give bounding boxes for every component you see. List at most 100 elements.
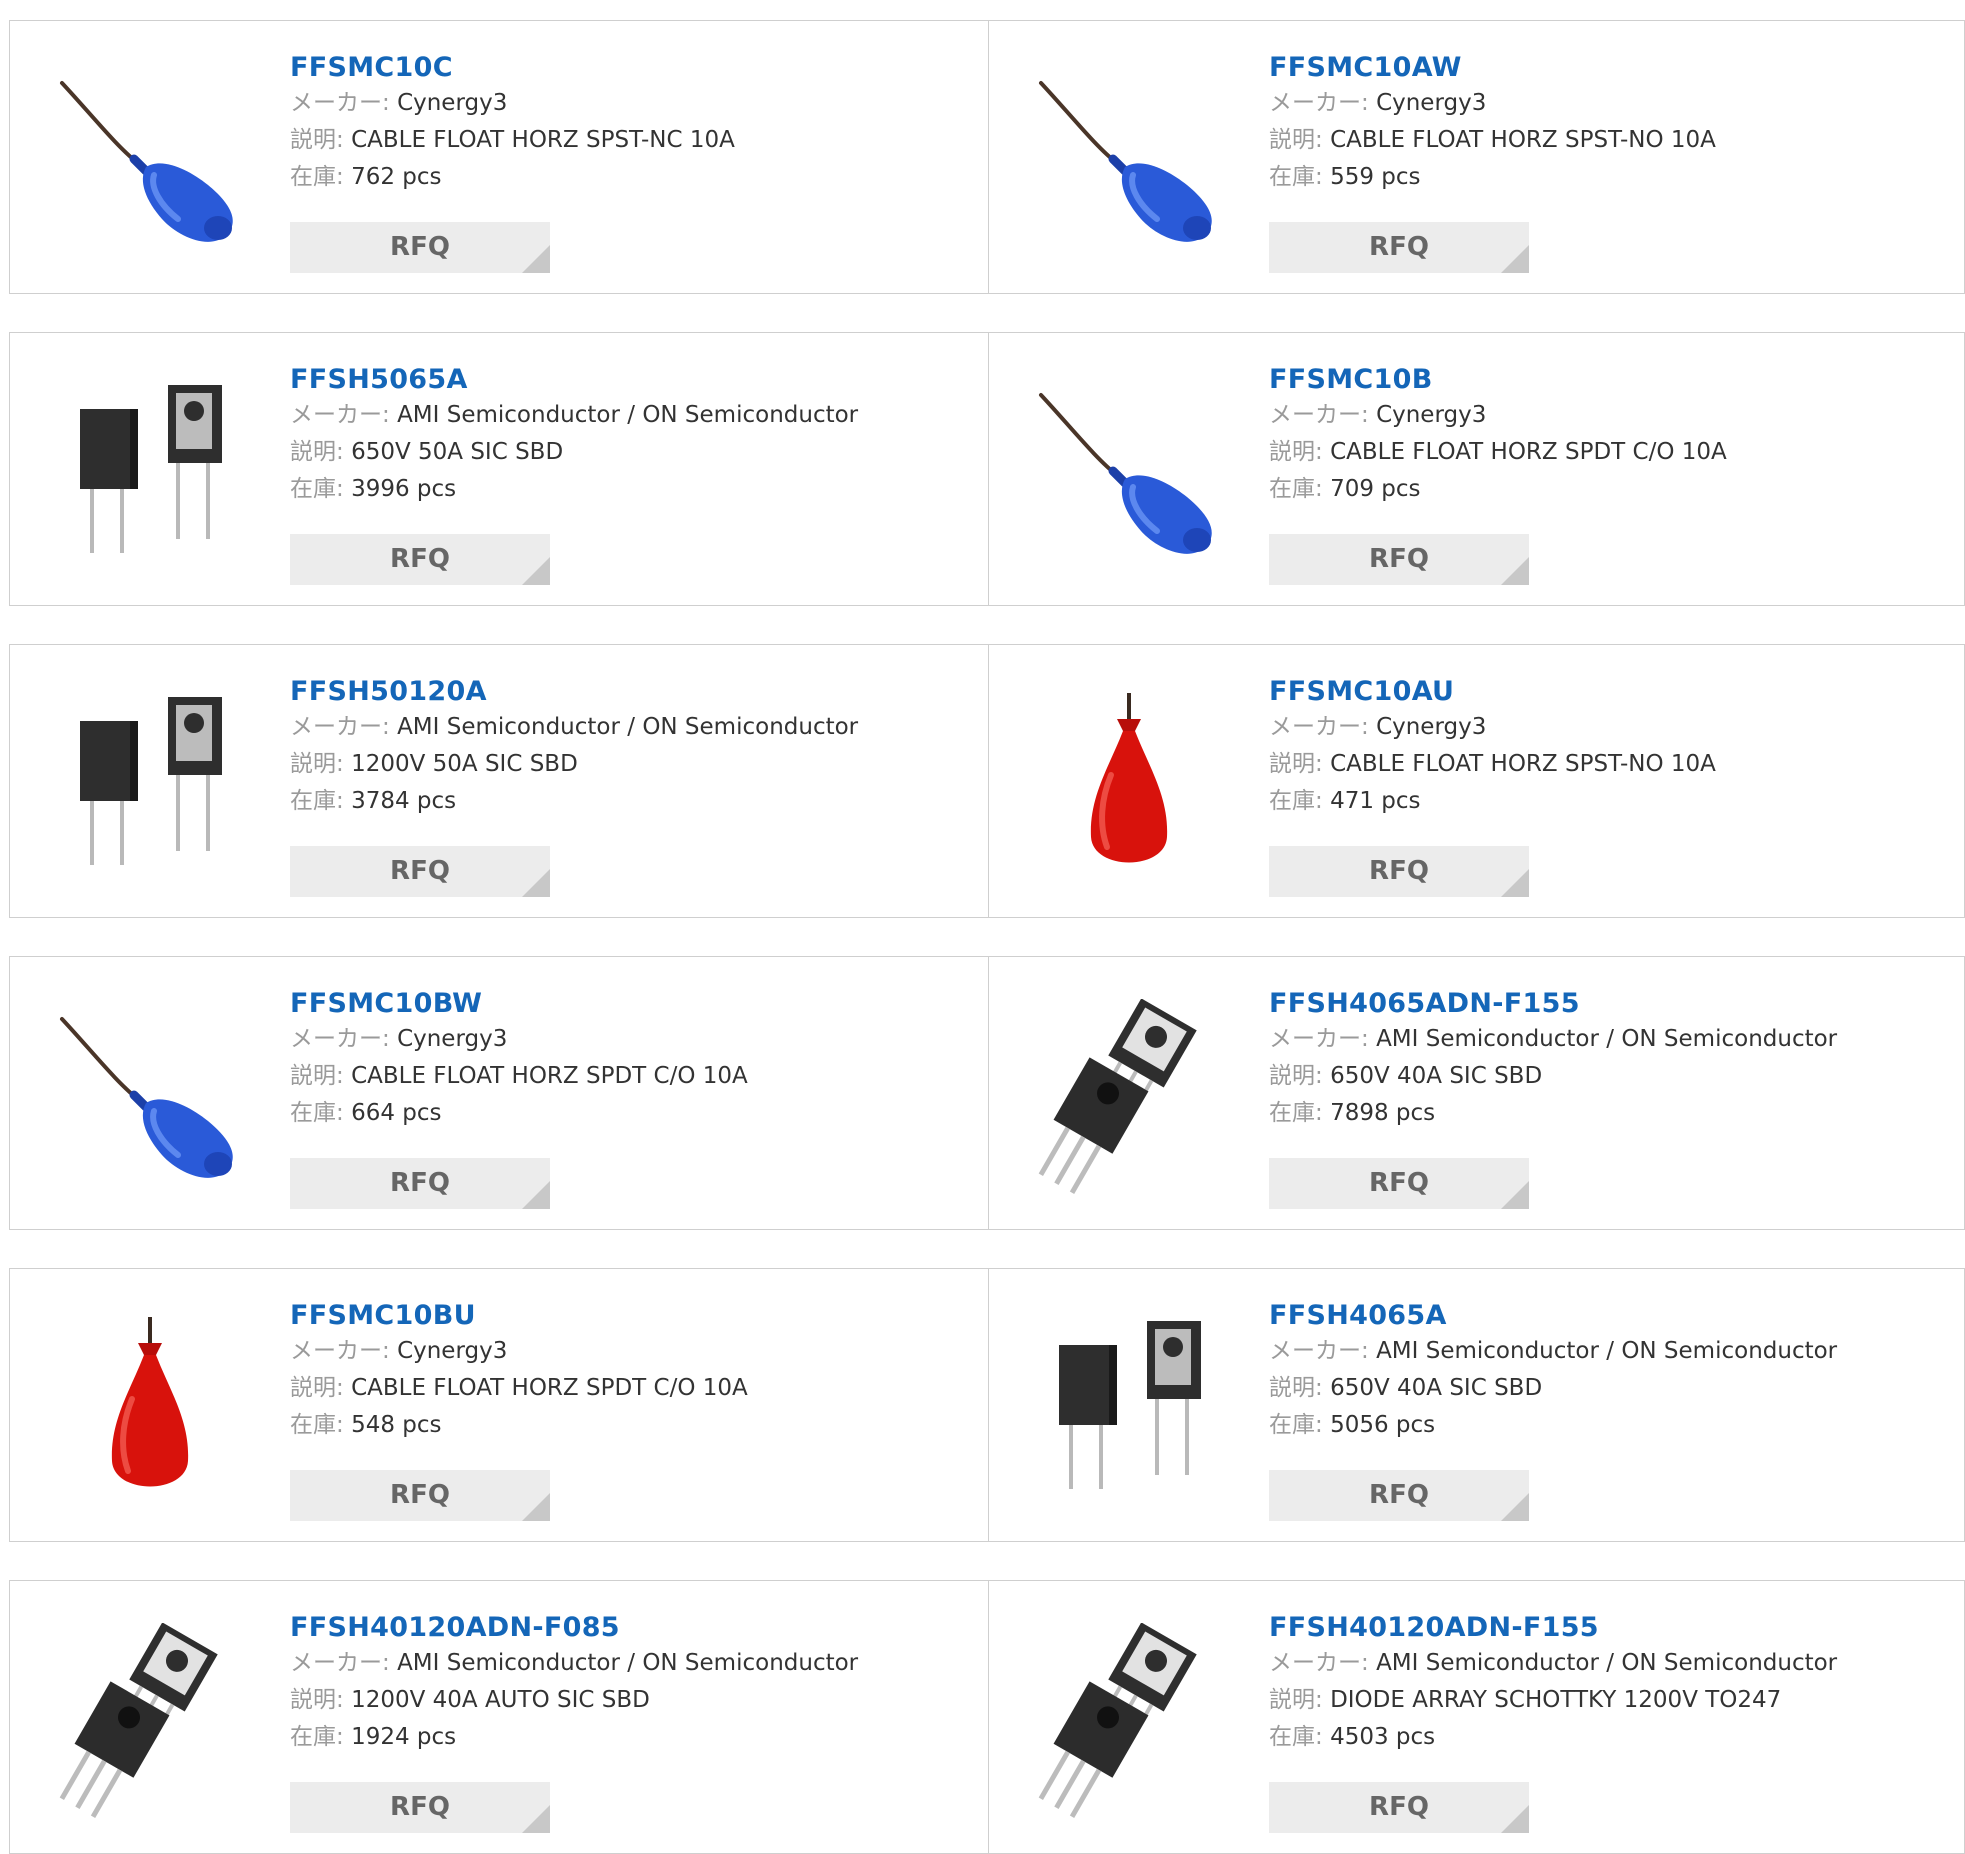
red-float-switch-icon: [111, 1317, 189, 1487]
stock-value: 709 pcs: [1330, 476, 1421, 502]
rfq-button[interactable]: RFQ: [1269, 222, 1529, 273]
manufacturer-label: メーカー:: [290, 402, 390, 428]
part-number-link[interactable]: FFSH40120ADN-F155: [1269, 1611, 1837, 1645]
rfq-button[interactable]: RFQ: [290, 222, 550, 273]
product-image[interactable]: [1029, 375, 1229, 575]
rfq-button[interactable]: RFQ: [1269, 534, 1529, 585]
product-info: FFSMC10AU メーカー: Cynergy3 説明: CABLE FLOAT…: [1269, 675, 1716, 820]
stock-row: 在庫: 664 pcs: [290, 1095, 748, 1132]
blue-float-switch-icon: [1039, 393, 1212, 554]
description-value: 650V 40A SIC SBD: [1330, 1375, 1543, 1401]
description-row: 説明: 1200V 40A AUTO SIC SBD: [290, 1682, 858, 1719]
product-row: FFSMC10BW メーカー: Cynergy3 説明: CABLE FLOAT…: [9, 956, 1965, 1230]
part-number-link[interactable]: FFSH50120A: [290, 675, 858, 709]
manufacturer-value: AMI Semiconductor / ON Semiconductor: [397, 402, 859, 428]
description-label: 説明:: [290, 1687, 344, 1713]
rfq-button[interactable]: RFQ: [1269, 1782, 1529, 1833]
description-label: 説明:: [1269, 127, 1323, 153]
rfq-button[interactable]: RFQ: [290, 846, 550, 897]
part-number-link[interactable]: FFSMC10C: [290, 51, 735, 85]
stock-value: 471 pcs: [1330, 788, 1421, 814]
stock-value: 1924 pcs: [351, 1724, 457, 1750]
rfq-button[interactable]: RFQ: [290, 1158, 550, 1209]
description-label: 説明:: [1269, 1375, 1323, 1401]
product-image[interactable]: [50, 63, 250, 263]
corner-triangle-icon: [522, 1493, 550, 1521]
rfq-button[interactable]: RFQ: [290, 1782, 550, 1833]
manufacturer-row: メーカー: AMI Semiconductor / ON Semiconduct…: [1269, 1021, 1837, 1058]
manufacturer-value: AMI Semiconductor / ON Semiconductor: [397, 714, 859, 740]
product-image[interactable]: [50, 1311, 250, 1511]
part-number-link[interactable]: FFSMC10BU: [290, 1299, 748, 1333]
corner-triangle-icon: [1501, 1493, 1529, 1521]
to247-2-lead-diode-icon: [1059, 1321, 1201, 1489]
product-image[interactable]: [1029, 687, 1229, 887]
rfq-label: RFQ: [1369, 1792, 1429, 1822]
to247-3-lead-package-icon: [59, 1623, 218, 1818]
manufacturer-label: メーカー:: [290, 714, 390, 740]
description-row: 説明: DIODE ARRAY SCHOTTKY 1200V TO247: [1269, 1682, 1837, 1719]
corner-triangle-icon: [522, 869, 550, 897]
product-info: FFSMC10AW メーカー: Cynergy3 説明: CABLE FLOAT…: [1269, 51, 1716, 196]
rfq-button[interactable]: RFQ: [1269, 1470, 1529, 1521]
rfq-label: RFQ: [390, 1168, 450, 1198]
description-label: 説明:: [1269, 751, 1323, 777]
product-info: FFSH5065A メーカー: AMI Semiconductor / ON S…: [290, 363, 858, 508]
product-image[interactable]: [1029, 63, 1229, 263]
rfq-button[interactable]: RFQ: [290, 1470, 550, 1521]
stock-row: 在庫: 709 pcs: [1269, 471, 1727, 508]
manufacturer-label: メーカー:: [290, 1026, 390, 1052]
part-number-link[interactable]: FFSH5065A: [290, 363, 858, 397]
corner-triangle-icon: [522, 245, 550, 273]
manufacturer-row: メーカー: AMI Semiconductor / ON Semiconduct…: [290, 1645, 858, 1682]
product-info: FFSH50120A メーカー: AMI Semiconductor / ON …: [290, 675, 858, 820]
manufacturer-row: メーカー: AMI Semiconductor / ON Semiconduct…: [290, 397, 858, 434]
stock-value: 559 pcs: [1330, 164, 1421, 190]
stock-value: 5056 pcs: [1330, 1412, 1436, 1438]
description-value: CABLE FLOAT HORZ SPDT C/O 10A: [351, 1063, 748, 1089]
part-number-link[interactable]: FFSMC10BW: [290, 987, 748, 1021]
product-image[interactable]: [50, 687, 250, 887]
part-number-link[interactable]: FFSMC10AU: [1269, 675, 1716, 709]
product-card: FFSH40120ADN-F155 メーカー: AMI Semiconducto…: [989, 1581, 1965, 1853]
stock-row: 在庫: 471 pcs: [1269, 783, 1716, 820]
stock-label: 在庫:: [290, 1724, 344, 1750]
manufacturer-value: Cynergy3: [397, 1338, 508, 1364]
stock-value: 548 pcs: [351, 1412, 442, 1438]
part-number-link[interactable]: FFSMC10AW: [1269, 51, 1716, 85]
to247-2-lead-diode-icon: [80, 697, 222, 865]
corner-triangle-icon: [522, 1181, 550, 1209]
blue-float-switch-icon: [60, 81, 233, 242]
manufacturer-label: メーカー:: [290, 1650, 390, 1676]
part-number-link[interactable]: FFSMC10B: [1269, 363, 1727, 397]
manufacturer-label: メーカー:: [1269, 1650, 1369, 1676]
product-image[interactable]: [50, 1623, 250, 1823]
part-number-link[interactable]: FFSH4065ADN-F155: [1269, 987, 1837, 1021]
part-number-link[interactable]: FFSH40120ADN-F085: [290, 1611, 858, 1645]
product-image[interactable]: [1029, 1623, 1229, 1823]
product-card: FFSMC10AU メーカー: Cynergy3 説明: CABLE FLOAT…: [989, 645, 1965, 917]
manufacturer-value: Cynergy3: [397, 90, 508, 116]
stock-row: 在庫: 559 pcs: [1269, 159, 1716, 196]
manufacturer-row: メーカー: AMI Semiconductor / ON Semiconduct…: [290, 709, 858, 746]
manufacturer-label: メーカー:: [1269, 1026, 1369, 1052]
product-row: FFSH5065A メーカー: AMI Semiconductor / ON S…: [9, 332, 1965, 606]
manufacturer-value: Cynergy3: [1376, 402, 1487, 428]
product-image[interactable]: [50, 375, 250, 575]
red-float-switch-icon: [1090, 693, 1168, 863]
product-card: FFSH4065A メーカー: AMI Semiconductor / ON S…: [989, 1269, 1965, 1541]
rfq-button[interactable]: RFQ: [1269, 1158, 1529, 1209]
manufacturer-row: メーカー: Cynergy3: [290, 1333, 748, 1370]
part-number-link[interactable]: FFSH4065A: [1269, 1299, 1837, 1333]
product-image[interactable]: [1029, 999, 1229, 1199]
rfq-button[interactable]: RFQ: [1269, 846, 1529, 897]
product-image[interactable]: [1029, 1311, 1229, 1511]
rfq-label: RFQ: [390, 856, 450, 886]
manufacturer-row: メーカー: Cynergy3: [290, 1021, 748, 1058]
product-card: FFSMC10BW メーカー: Cynergy3 説明: CABLE FLOAT…: [10, 957, 989, 1229]
rfq-label: RFQ: [390, 1792, 450, 1822]
stock-label: 在庫:: [1269, 164, 1323, 190]
product-image[interactable]: [50, 999, 250, 1199]
stock-row: 在庫: 5056 pcs: [1269, 1407, 1837, 1444]
rfq-button[interactable]: RFQ: [290, 534, 550, 585]
